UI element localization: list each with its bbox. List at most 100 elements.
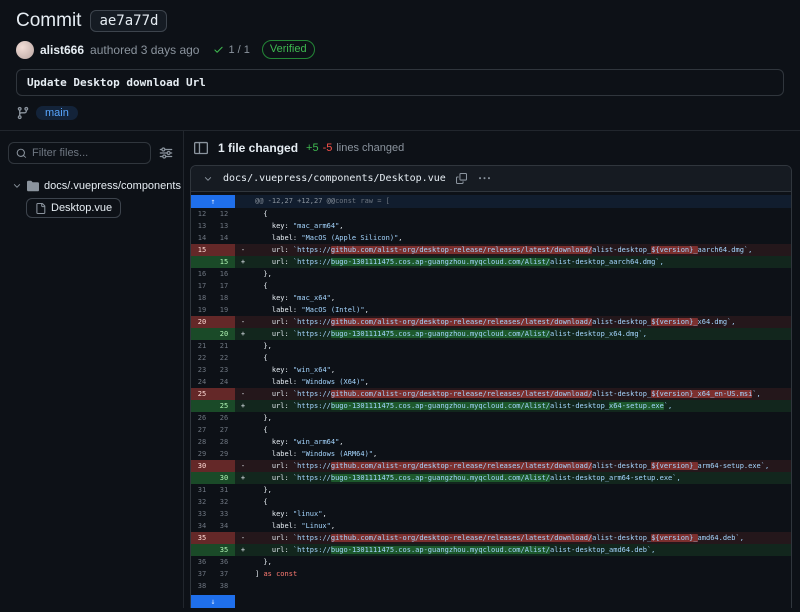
- new-line-number[interactable]: 37: [213, 568, 235, 580]
- file-options-button[interactable]: [477, 171, 492, 186]
- new-line-number[interactable]: 17: [213, 280, 235, 292]
- old-line-number[interactable]: 12: [191, 208, 213, 220]
- old-line-number[interactable]: 15: [191, 244, 213, 256]
- file-tree-settings-button[interactable]: [157, 144, 175, 162]
- old-line-number[interactable]: 18: [191, 292, 213, 304]
- new-line-number[interactable]: 12: [213, 208, 235, 220]
- diff-sign: [235, 352, 251, 364]
- old-line-number[interactable]: [191, 256, 213, 268]
- new-line-number[interactable]: 30: [213, 472, 235, 484]
- code-line: key: "win_arm64",: [251, 436, 791, 448]
- code-line: key: "mac_arm64",: [251, 220, 791, 232]
- additions-count: +5: [306, 142, 319, 154]
- code-segment: alist-desktop_x64.dmg`,: [550, 330, 647, 338]
- old-line-number[interactable]: 25: [191, 388, 213, 400]
- collapse-diff-button[interactable]: [201, 172, 215, 186]
- old-line-number[interactable]: 29: [191, 448, 213, 460]
- new-line-number[interactable]: 16: [213, 268, 235, 280]
- new-line-number[interactable]: 24: [213, 376, 235, 388]
- author-username[interactable]: alist666: [40, 43, 84, 57]
- new-line-number[interactable]: 19: [213, 304, 235, 316]
- collapse-file-tree-button[interactable]: [192, 139, 210, 157]
- old-line-number[interactable]: 34: [191, 520, 213, 532]
- new-line-number[interactable]: [213, 460, 235, 472]
- old-line-number[interactable]: [191, 544, 213, 556]
- old-line-number[interactable]: 36: [191, 556, 213, 568]
- new-line-number[interactable]: 22: [213, 352, 235, 364]
- verified-badge[interactable]: Verified: [262, 40, 315, 59]
- new-line-number[interactable]: [213, 316, 235, 328]
- expand-down-button[interactable]: ↓: [191, 595, 235, 608]
- old-line-number[interactable]: 31: [191, 484, 213, 496]
- new-line-number[interactable]: 36: [213, 556, 235, 568]
- new-line-number[interactable]: 29: [213, 448, 235, 460]
- code-line: key: "mac_x64",: [251, 292, 791, 304]
- old-line-number[interactable]: 22: [191, 352, 213, 364]
- old-line-number[interactable]: 13: [191, 220, 213, 232]
- file-tree: docs/.vuepress/components Desktop.vue: [8, 177, 175, 218]
- old-line-number[interactable]: 38: [191, 580, 213, 592]
- tree-folder-row[interactable]: docs/.vuepress/components: [8, 177, 175, 195]
- expand-up-button[interactable]: ↑: [191, 195, 235, 208]
- new-line-number[interactable]: 21: [213, 340, 235, 352]
- old-line-number[interactable]: 20: [191, 316, 213, 328]
- old-line-number[interactable]: 32: [191, 496, 213, 508]
- changed-word: bugo-1301111475.cos.ap-guangzhou.myqclou…: [331, 402, 550, 410]
- old-line-number[interactable]: 16: [191, 268, 213, 280]
- code-line: url: `https://bugo-1301111475.cos.ap-gua…: [251, 400, 791, 412]
- tree-file-row[interactable]: Desktop.vue: [26, 198, 121, 218]
- new-line-number[interactable]: 20: [213, 328, 235, 340]
- diff-body: ↑@@ -12,27 +12,27 @@ const raw = [1212 {…: [191, 192, 791, 592]
- new-line-number[interactable]: [213, 244, 235, 256]
- new-line-number[interactable]: 28: [213, 436, 235, 448]
- sliders-icon: [159, 146, 173, 160]
- code-segment: },: [255, 342, 272, 350]
- author-avatar[interactable]: [16, 41, 34, 59]
- new-line-number[interactable]: 25: [213, 400, 235, 412]
- old-line-number[interactable]: 14: [191, 232, 213, 244]
- file-filter[interactable]: [8, 142, 151, 164]
- old-line-number[interactable]: 37: [191, 568, 213, 580]
- code-segment: `https://: [293, 474, 331, 482]
- branch-badge[interactable]: main: [36, 106, 78, 120]
- new-line-number[interactable]: 26: [213, 412, 235, 424]
- new-line-number[interactable]: 23: [213, 364, 235, 376]
- old-line-number[interactable]: 30: [191, 460, 213, 472]
- new-line-number[interactable]: 33: [213, 508, 235, 520]
- old-line-number[interactable]: [191, 400, 213, 412]
- code-segment: ,: [373, 450, 377, 458]
- new-line-number[interactable]: 32: [213, 496, 235, 508]
- old-line-number[interactable]: [191, 472, 213, 484]
- old-line-number[interactable]: 28: [191, 436, 213, 448]
- old-line-number[interactable]: 23: [191, 364, 213, 376]
- old-line-number[interactable]: 33: [191, 508, 213, 520]
- new-line-number[interactable]: 18: [213, 292, 235, 304]
- code-segment: "Windows (ARM64)": [301, 450, 373, 458]
- new-line-number[interactable]: [213, 532, 235, 544]
- old-line-number[interactable]: 24: [191, 376, 213, 388]
- new-line-number[interactable]: 27: [213, 424, 235, 436]
- code-line: url: `https://bugo-1301111475.cos.ap-gua…: [251, 472, 791, 484]
- file-path-link[interactable]: docs/.vuepress/components/Desktop.vue: [223, 173, 446, 184]
- copy-path-button[interactable]: [454, 171, 469, 186]
- code-segment: "win_x64": [293, 366, 331, 374]
- new-line-number[interactable]: 15: [213, 256, 235, 268]
- checks-status[interactable]: 1 / 1: [213, 44, 249, 56]
- new-line-number[interactable]: 31: [213, 484, 235, 496]
- old-line-number[interactable]: 26: [191, 412, 213, 424]
- new-line-number[interactable]: 34: [213, 520, 235, 532]
- new-line-number[interactable]: 38: [213, 580, 235, 592]
- file-filter-input[interactable]: [32, 147, 143, 159]
- new-line-number[interactable]: 14: [213, 232, 235, 244]
- new-line-number[interactable]: 13: [213, 220, 235, 232]
- old-line-number[interactable]: 27: [191, 424, 213, 436]
- changed-word: github.com/alist-org/desktop-release/rel…: [331, 390, 592, 398]
- new-line-number[interactable]: [213, 388, 235, 400]
- old-line-number[interactable]: 19: [191, 304, 213, 316]
- old-line-number[interactable]: 21: [191, 340, 213, 352]
- old-line-number[interactable]: 35: [191, 532, 213, 544]
- code-segment: label:: [255, 378, 301, 386]
- old-line-number[interactable]: 17: [191, 280, 213, 292]
- new-line-number[interactable]: 35: [213, 544, 235, 556]
- old-line-number[interactable]: [191, 328, 213, 340]
